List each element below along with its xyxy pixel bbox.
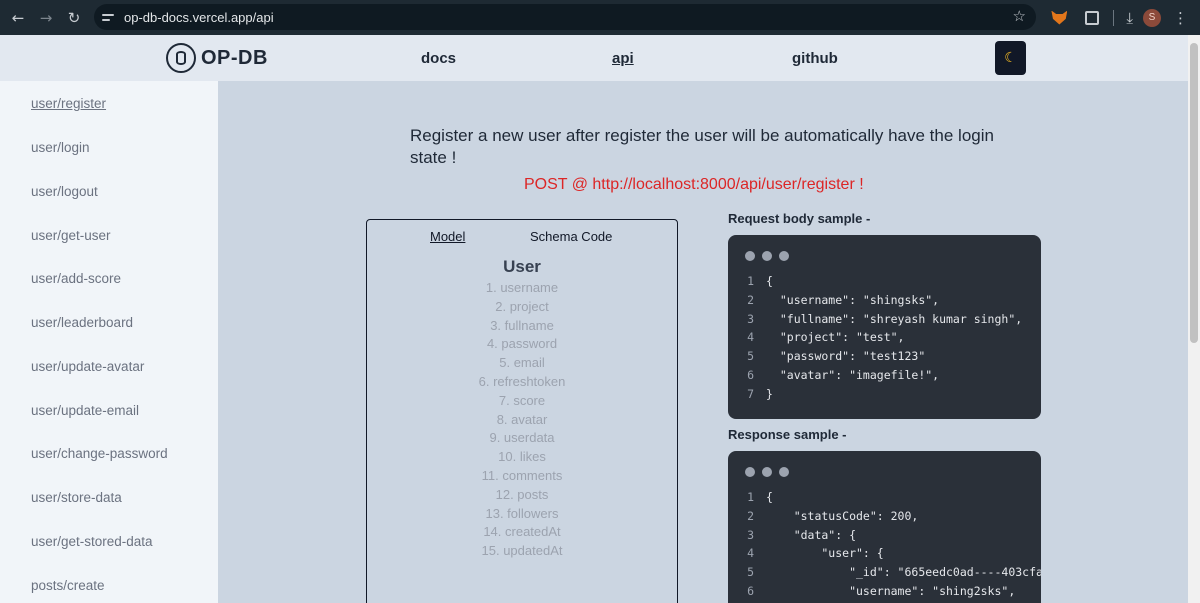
- list-item: 8. avatar: [496, 411, 548, 427]
- sidebar-item-user-store-data[interactable]: user/store-data: [31, 490, 122, 505]
- logo[interactable]: OP-DB: [166, 43, 268, 73]
- window-dots: [745, 467, 796, 477]
- url-text[interactable]: op-db-docs.vercel.app/api: [124, 10, 274, 25]
- sidebar-item-user-login[interactable]: user/login: [31, 140, 90, 155]
- page-scrollbar[interactable]: [1188, 35, 1200, 603]
- code-line: 3 "data": {: [747, 527, 857, 542]
- moon-icon: ☾: [1004, 50, 1017, 66]
- request-code-block[interactable]: 1{ 2 "username": "shingsks", 3 "fullname…: [728, 235, 1041, 419]
- address-bar[interactable]: op-db-docs.vercel.app/api ☆: [94, 4, 1036, 30]
- main-content: Register a new user after register the u…: [218, 81, 1188, 603]
- code-line: 6 "username": "shing2sks",: [747, 583, 1016, 598]
- sidebar-item-user-change-password[interactable]: user/change-password: [31, 446, 168, 461]
- endpoint-url: POST @ http://localhost:8000/api/user/re…: [524, 176, 864, 193]
- nav-github[interactable]: github: [792, 50, 838, 67]
- model-title: User: [503, 257, 541, 276]
- request-sample-title: Request body sample -: [728, 211, 871, 226]
- code-lines: 1{ 2 "statusCode": 200, 3 "data": { 4 "u…: [728, 488, 1041, 601]
- list-item: 7. score: [498, 392, 546, 408]
- code-line: 5 "password": "test123": [747, 349, 926, 364]
- list-item: 2. project: [495, 298, 549, 314]
- code-lines: 1{ 2 "username": "shingsks", 3 "fullname…: [728, 272, 1041, 404]
- back-arrow-icon[interactable]: ←: [4, 4, 32, 32]
- download-icon[interactable]: ⤓: [1126, 9, 1133, 27]
- scrollbar-thumb[interactable]: [1190, 43, 1198, 343]
- list-item: 11. comments: [481, 467, 563, 483]
- database-logo-icon: [166, 43, 196, 73]
- code-line: 6 "avatar": "imagefile!",: [747, 367, 940, 382]
- list-item: 4. password: [486, 336, 558, 352]
- list-item: 3. fullname: [490, 317, 554, 333]
- code-line: 5 "_id": "665eedc0ad----403cfa: [747, 565, 1041, 580]
- sidebar-item-user-update-avatar[interactable]: user/update-avatar: [31, 359, 144, 374]
- list-item: 1. username: [485, 280, 559, 295]
- sidebar-item-user-leaderboard[interactable]: user/leaderboard: [31, 315, 133, 330]
- sidebar-item-user-update-email[interactable]: user/update-email: [31, 403, 139, 418]
- list-item: 12. posts: [495, 486, 549, 502]
- code-line: 1{: [747, 274, 773, 288]
- code-line: 3 "fullname": "shreyash kumar singh",: [747, 311, 1023, 326]
- window-dots: [745, 251, 796, 261]
- endpoint-description: Register a new user after register the u…: [410, 126, 994, 167]
- sidebar-item-user-register[interactable]: user/register: [31, 96, 106, 111]
- list-item: 5. email: [499, 355, 545, 371]
- model-panel: Model Schema Code User 1. username 2. pr…: [366, 219, 678, 603]
- code-line: 2 "username": "shingsks",: [747, 292, 940, 307]
- code-line: 2 "statusCode": 200,: [747, 508, 919, 523]
- list-item: 13. followers: [485, 505, 559, 521]
- bookmark-star-icon[interactable]: ☆: [1013, 7, 1026, 25]
- response-sample-title: Response sample -: [728, 427, 847, 442]
- metamask-icon[interactable]: [1051, 10, 1068, 25]
- response-code-block[interactable]: 1{ 2 "statusCode": 200, 3 "data": { 4 "u…: [728, 451, 1041, 603]
- theme-toggle-button[interactable]: ☾: [995, 41, 1026, 75]
- nav-docs[interactable]: docs: [421, 50, 456, 67]
- nav-api[interactable]: api: [612, 50, 634, 67]
- tab-schema-code[interactable]: Schema Code: [530, 229, 612, 244]
- list-item: 15. updatedAt: [481, 543, 563, 559]
- site-settings-icon[interactable]: [102, 12, 116, 22]
- sidebar-item-user-logout[interactable]: user/logout: [31, 184, 98, 199]
- sidebar: user/register user/login user/logout use…: [0, 81, 218, 603]
- sidebar-item-user-add-score[interactable]: user/add-score: [31, 271, 121, 286]
- reload-icon[interactable]: ↻: [60, 4, 88, 32]
- code-line: 4 "project": "test",: [747, 330, 905, 345]
- list-item: 10. likes: [498, 449, 546, 465]
- forward-arrow-icon[interactable]: →: [32, 4, 60, 32]
- sidebar-item-user-get-stored-data[interactable]: user/get-stored-data: [31, 534, 153, 549]
- sidebar-item-user-get-user[interactable]: user/get-user: [31, 228, 111, 243]
- logo-text: OP-DB: [201, 46, 268, 69]
- browser-toolbar: ← → ↻ op-db-docs.vercel.app/api ☆ ⤓ S ⋮: [0, 0, 1200, 35]
- list-item: 6. refreshtoken: [478, 373, 566, 389]
- menu-icon[interactable]: ⋮: [1173, 9, 1188, 27]
- profile-avatar[interactable]: S: [1143, 8, 1161, 27]
- toolbar-divider: [1113, 9, 1115, 26]
- site-header: OP-DB docs api github ☾: [0, 35, 1188, 81]
- tab-model[interactable]: Model: [430, 229, 465, 244]
- list-item: 9. userdata: [489, 430, 555, 446]
- sidebar-item-posts-create[interactable]: posts/create: [31, 578, 105, 593]
- code-line: 4 "user": {: [747, 546, 884, 561]
- list-item: 14. createdAt: [483, 524, 561, 540]
- code-line: 1{: [747, 490, 773, 504]
- extensions-icon[interactable]: [1085, 10, 1100, 25]
- code-line: 7}: [747, 386, 773, 401]
- model-field-list: 1. username 2. project 3. fullname 4. pa…: [367, 279, 677, 561]
